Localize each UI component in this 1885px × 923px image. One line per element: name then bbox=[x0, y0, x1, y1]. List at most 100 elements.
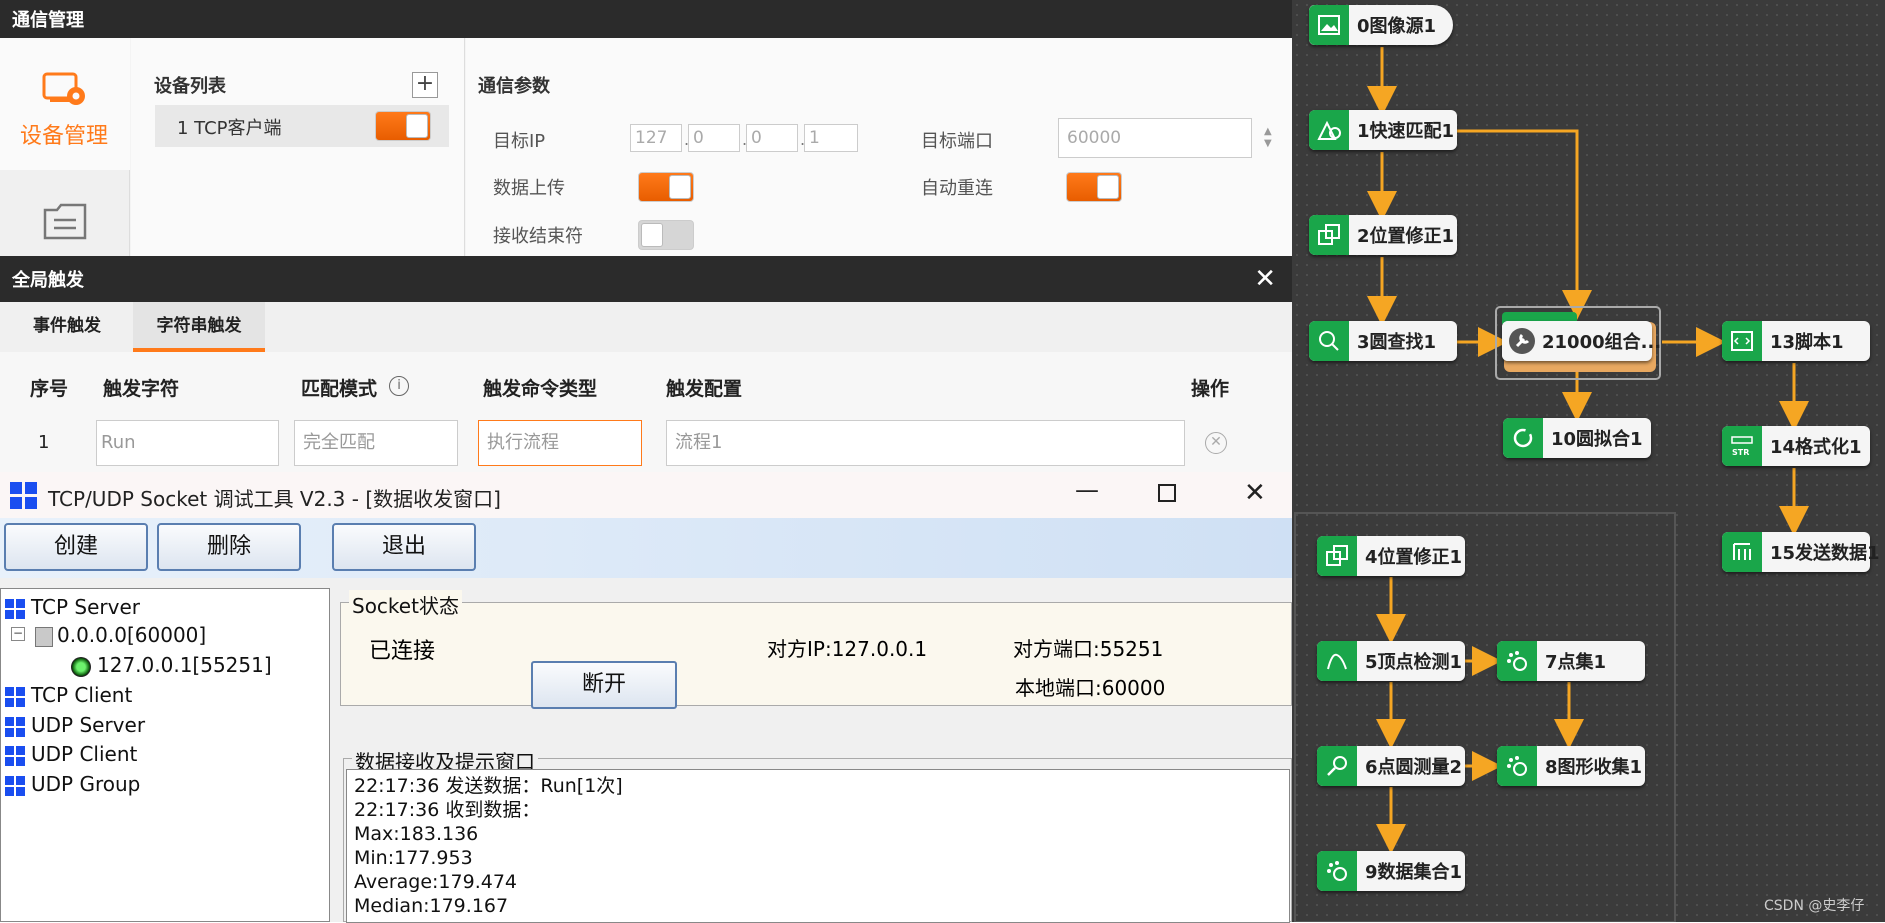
data-upload-toggle[interactable] bbox=[638, 172, 694, 202]
maximize-icon[interactable] bbox=[1158, 484, 1176, 502]
circle-search-icon bbox=[1309, 321, 1349, 361]
auto-reconnect-label: 自动重连 bbox=[921, 178, 993, 199]
params-title: 通信参数 bbox=[478, 76, 550, 97]
socket-type-icon bbox=[5, 716, 25, 737]
node-send-data[interactable]: 15发送数据1 bbox=[1722, 532, 1880, 572]
ip-octet-2[interactable]: 0 bbox=[688, 124, 740, 152]
position-fix-icon bbox=[1309, 215, 1349, 255]
node-script[interactable]: 13脚本1 bbox=[1722, 321, 1870, 361]
device-enable-toggle[interactable] bbox=[375, 111, 431, 141]
tree-server-node[interactable]: 0.0.0.0[60000] bbox=[35, 623, 206, 647]
node-position-fix-4[interactable]: 4位置修正1 bbox=[1317, 536, 1465, 576]
node-circle-fit[interactable]: 10圆拟合1 bbox=[1503, 418, 1651, 458]
circle-fit-icon bbox=[1503, 418, 1543, 458]
vertex-icon bbox=[1317, 641, 1357, 681]
format-str-icon: STR bbox=[1722, 426, 1762, 466]
ip-octet-1[interactable]: 127 bbox=[630, 124, 682, 152]
socket-window-title: TCP/UDP Socket 调试工具 V2.3 - [数据收发窗口] bbox=[48, 487, 501, 511]
tree-tcp-server[interactable]: TCP Server bbox=[5, 595, 140, 619]
local-port: 本地端口:60000 bbox=[1015, 676, 1166, 700]
measure-icon bbox=[1317, 746, 1357, 786]
trigger-tabs: 事件触发 字符串触发 bbox=[0, 302, 1292, 352]
recv-end-toggle[interactable] bbox=[638, 220, 694, 250]
node-vertex-detect[interactable]: 5顶点检测1 bbox=[1317, 641, 1465, 681]
data-upload-label: 数据上传 bbox=[493, 178, 565, 199]
device-list-panel: 设备列表 + 1 TCP客户端 bbox=[131, 38, 465, 256]
exit-button[interactable]: 退出 bbox=[332, 523, 476, 571]
toolbar: 创建 删除 退出 bbox=[0, 518, 1292, 578]
target-ip-label: 目标IP bbox=[493, 131, 546, 152]
trigger-char-input[interactable]: Run bbox=[96, 420, 279, 466]
app-logo-icon bbox=[10, 482, 37, 509]
log-line: 22:17:36 收到数据： bbox=[354, 799, 541, 821]
tree-collapse-icon[interactable]: − bbox=[11, 627, 25, 641]
delete-button[interactable]: 删除 bbox=[157, 523, 301, 571]
trigger-panel-title: 全局触发 bbox=[12, 270, 84, 291]
device-list-item[interactable]: 1 TCP客户端 bbox=[155, 105, 449, 147]
auto-reconnect-toggle[interactable] bbox=[1066, 172, 1122, 202]
tree-udp-client[interactable]: UDP Client bbox=[5, 742, 137, 766]
svg-text:STR: STR bbox=[1732, 448, 1749, 457]
device-item-label: 1 TCP客户端 bbox=[177, 118, 282, 139]
node-point-circle-measure[interactable]: 6点圆测量2 bbox=[1317, 746, 1465, 786]
port-spinner-icon[interactable]: ▲ ▼ bbox=[1264, 126, 1272, 150]
shape-collect-icon bbox=[1497, 746, 1537, 786]
log-line: Average:179.474 bbox=[354, 871, 517, 893]
info-icon[interactable]: i bbox=[389, 376, 409, 396]
target-port-label: 目标端口 bbox=[921, 131, 993, 152]
recv-end-label: 接收结束符 bbox=[493, 226, 583, 247]
socket-type-icon bbox=[5, 686, 25, 707]
col-header-index: 序号 bbox=[30, 378, 69, 400]
comm-panel-title: 通信管理 bbox=[0, 0, 1292, 38]
node-shape-collect[interactable]: 8图形收集1 bbox=[1497, 746, 1645, 786]
nav-device-label: 设备管理 bbox=[20, 124, 109, 149]
match-mode-select[interactable]: 完全匹配 bbox=[294, 420, 458, 466]
comm-params-panel: 通信参数 目标IP 127 . 0 . 0 . 1 目标端口 60000 ▲ ▼ … bbox=[466, 38, 1292, 256]
tree-udp-group[interactable]: UDP Group bbox=[5, 772, 140, 796]
node-fast-match[interactable]: 1快速匹配1 bbox=[1309, 110, 1457, 150]
image-icon bbox=[1309, 5, 1349, 45]
window-close-icon[interactable]: ✕ bbox=[1244, 478, 1266, 508]
node-format[interactable]: STR 14格式化1 bbox=[1722, 426, 1870, 466]
col-header-config: 触发配置 bbox=[666, 378, 743, 400]
device-management-icon bbox=[42, 72, 85, 105]
tree-tcp-client[interactable]: TCP Client bbox=[5, 683, 132, 707]
tree-udp-server[interactable]: UDP Server bbox=[5, 713, 145, 737]
delete-row-icon[interactable]: ✕ bbox=[1205, 432, 1227, 454]
trigger-config-select[interactable]: 流程1 bbox=[666, 420, 1185, 466]
node-image-source[interactable]: 0图像源1 bbox=[1309, 5, 1453, 45]
tab-event-trigger[interactable]: 事件触发 bbox=[14, 302, 120, 352]
node-position-fix-2[interactable]: 2位置修正1 bbox=[1309, 215, 1457, 255]
target-port-input[interactable]: 60000 bbox=[1058, 118, 1252, 158]
folder-icon[interactable] bbox=[42, 200, 88, 242]
peer-port: 对方端口:55251 bbox=[1013, 637, 1164, 661]
match-icon bbox=[1309, 110, 1349, 150]
node-point-set[interactable]: 7点集1 bbox=[1497, 641, 1645, 681]
node-circle-find[interactable]: 3圆查找1 bbox=[1309, 321, 1457, 361]
flow-canvas[interactable]: 0图像源1 1快速匹配1 2位置修正1 3圆查找1 21000组合... 13脚… bbox=[1292, 0, 1885, 922]
minimize-icon[interactable]: — bbox=[1075, 476, 1099, 504]
socket-status-group: Socket状态 已连接 对方IP:127.0.0.1 对方端口:55251 断… bbox=[340, 590, 1292, 709]
recv-log-textarea[interactable]: 22:17:36 发送数据：Run[1次] 22:17:36 收到数据： Max… bbox=[346, 769, 1290, 923]
add-device-button[interactable]: + bbox=[412, 72, 438, 98]
connection-status: 已连接 bbox=[369, 639, 436, 664]
row-index: 1 bbox=[38, 432, 50, 453]
cmd-type-select[interactable]: 执行流程 bbox=[478, 420, 642, 466]
create-button[interactable]: 创建 bbox=[4, 523, 148, 571]
disconnect-button[interactable]: 断开 bbox=[531, 661, 677, 709]
node-data-set[interactable]: 9数据集合1 bbox=[1317, 851, 1465, 891]
tab-string-trigger[interactable]: 字符串触发 bbox=[133, 302, 265, 352]
script-icon bbox=[1722, 321, 1762, 361]
close-icon[interactable]: ✕ bbox=[1254, 264, 1276, 294]
ip-octet-3[interactable]: 0 bbox=[746, 124, 798, 152]
tree-client-node[interactable]: 127.0.0.1[55251] bbox=[71, 653, 272, 677]
point-set-icon bbox=[1497, 641, 1537, 681]
peer-ip: 对方IP:127.0.0.1 bbox=[767, 637, 928, 661]
device-list-title: 设备列表 bbox=[154, 76, 226, 97]
log-line: 22:17:36 发送数据：Run[1次] bbox=[354, 775, 623, 797]
nav-item-device-management[interactable]: 设备管理 bbox=[0, 38, 130, 170]
socket-type-icon bbox=[5, 775, 25, 796]
ip-octet-4[interactable]: 1 bbox=[804, 124, 858, 152]
node-combination-group[interactable]: 21000组合... bbox=[1502, 321, 1661, 361]
socket-type-icon bbox=[5, 598, 25, 619]
